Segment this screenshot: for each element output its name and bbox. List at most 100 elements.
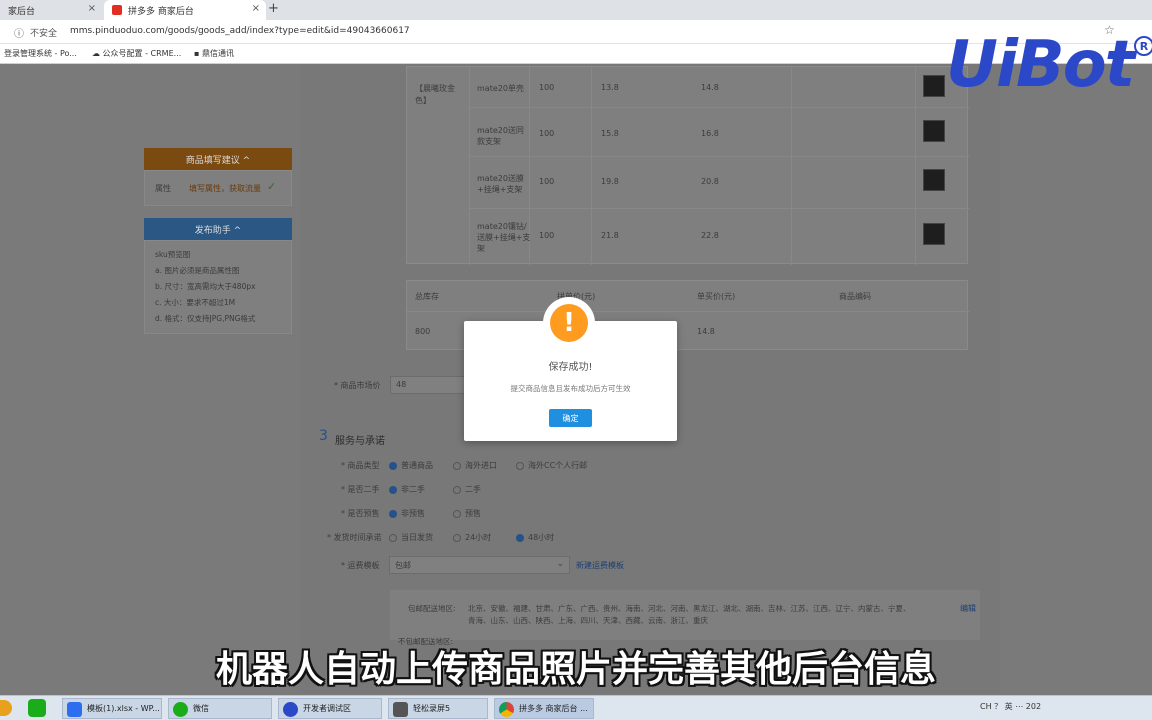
tab-label: 家后台 bbox=[8, 6, 36, 17]
suggest-label: 属性 bbox=[155, 184, 171, 193]
bookmark-item[interactable]: ▪ 鼎信通讯 bbox=[194, 48, 234, 59]
taskbar-label: 开发者调试区 bbox=[303, 704, 351, 713]
start-menu-icon[interactable] bbox=[0, 700, 12, 716]
wps-icon bbox=[67, 702, 82, 717]
taskbar-label: 拼多多 商家后台 ... bbox=[519, 704, 588, 713]
sku-name: mate20送膜+挂绳+支架 bbox=[477, 174, 524, 194]
tab-label: 拼多多 商家后台 bbox=[128, 6, 194, 17]
sku-stock[interactable]: 100 bbox=[539, 177, 554, 186]
taskbar-item-chrome[interactable]: 拼多多 商家后台 ... bbox=[494, 698, 594, 719]
bookmark-label: 鼎信通讯 bbox=[201, 49, 234, 58]
info-icon[interactable]: ⓘ bbox=[14, 25, 24, 40]
option-label: 非二手 bbox=[401, 485, 425, 494]
taskbar-item-wps[interactable]: 模板(1).xlsx - WP... bbox=[62, 698, 162, 719]
section-number: 3 bbox=[319, 428, 328, 444]
sku-stock[interactable]: 100 bbox=[539, 231, 554, 240]
radio-checked-icon bbox=[389, 509, 397, 518]
market-price-value: 48 bbox=[396, 380, 407, 389]
taskbar-item-wechat[interactable]: 微信 bbox=[168, 698, 272, 719]
sku-single-price[interactable]: 20.8 bbox=[701, 177, 719, 186]
system-tray[interactable]: CH ？ 英 ⋯ 202 bbox=[980, 701, 1041, 712]
goods-type-option[interactable]: 海外CC个人行邮 bbox=[516, 460, 587, 471]
sku-stock[interactable]: 100 bbox=[539, 83, 554, 92]
sku-name: mate20送同款支架 bbox=[477, 126, 524, 146]
edit-region-link[interactable]: 编辑 bbox=[960, 603, 976, 614]
bookmark-item[interactable]: ☁ 公众号配置 - CRME... bbox=[92, 48, 181, 59]
sku-image-thumbnail[interactable] bbox=[923, 75, 945, 97]
tab-close-icon[interactable]: × bbox=[88, 3, 96, 14]
second-hand-option[interactable]: 二手 bbox=[453, 484, 481, 495]
second-hand-option[interactable]: 非二手 bbox=[389, 484, 425, 495]
option-label: 海外CC个人行邮 bbox=[528, 461, 588, 470]
option-label: 48小时 bbox=[528, 533, 555, 542]
helper-line: c. 大小：要求不超过1M bbox=[155, 298, 236, 307]
confirm-button[interactable]: 确定 bbox=[549, 409, 592, 427]
goods-type-option[interactable]: 普通商品 bbox=[389, 460, 433, 471]
taskbar-label: 轻松录屏5 bbox=[413, 704, 451, 713]
ship-time-option[interactable]: 24小时 bbox=[453, 532, 491, 543]
publish-helper-header[interactable]: 发布助手 ^ bbox=[144, 218, 292, 240]
pinduoduo-favicon-icon bbox=[112, 5, 122, 15]
taskbar-label: 模板(1).xlsx - WP... bbox=[87, 704, 160, 713]
radio-icon bbox=[389, 533, 397, 542]
summary-header: 总库存 bbox=[415, 292, 439, 301]
free-region-list: 青海、山东、山西、陕西、上海、四川、天津、西藏、云南、浙江、重庆 bbox=[468, 616, 708, 625]
radio-checked-icon bbox=[389, 461, 397, 470]
option-label: 24小时 bbox=[465, 533, 492, 542]
bookmark-item[interactable]: 登录管理系统 - Po... bbox=[4, 48, 77, 59]
suggestion-panel-header[interactable]: 商品填写建议 ^ bbox=[144, 148, 292, 170]
sku-image-thumbnail[interactable] bbox=[923, 169, 945, 191]
radio-checked-icon bbox=[516, 533, 524, 542]
suggest-value[interactable]: 填写属性，获取流量 bbox=[189, 183, 261, 194]
sku-group-price[interactable]: 19.8 bbox=[601, 177, 619, 186]
bookmark-label: 公众号配置 - CRME... bbox=[102, 49, 182, 58]
wechat-icon bbox=[173, 702, 188, 717]
second-hand-label: * 是否二手 bbox=[341, 485, 380, 494]
option-label: 当日发货 bbox=[401, 533, 433, 542]
windows-taskbar: 模板(1).xlsx - WP... 微信 开发者调试区 轻松录屏5 拼多多 商… bbox=[0, 695, 1152, 720]
sku-name: mate20单壳 bbox=[477, 84, 524, 93]
url-text[interactable]: mms.pinduoduo.com/goods/goods_add/index?… bbox=[70, 26, 410, 36]
goods-type-option[interactable]: 海外进口 bbox=[453, 460, 497, 471]
option-label: 海外进口 bbox=[465, 461, 497, 470]
sku-color-cell: 【晨曦玫金色】 bbox=[415, 84, 455, 105]
summary-header: 商品编码 bbox=[839, 292, 871, 301]
sku-group-price[interactable]: 21.8 bbox=[601, 231, 619, 240]
tab-close-icon[interactable]: × bbox=[252, 3, 260, 14]
shipping-template-value: 包邮 bbox=[395, 561, 411, 570]
tab-merchant-backend-1[interactable]: 家后台 × bbox=[0, 0, 102, 20]
presale-option[interactable]: 预售 bbox=[453, 508, 481, 519]
sku-image-thumbnail[interactable] bbox=[923, 120, 945, 142]
taskbar-label: 微信 bbox=[193, 704, 209, 713]
publish-helper-panel: sku预览图 a. 图片必须是商品属性图 b. 尺寸：宽高需均大于480px c… bbox=[144, 240, 292, 334]
new-template-link[interactable]: 新建运费模板 bbox=[576, 560, 624, 571]
sku-single-price[interactable]: 16.8 bbox=[701, 129, 719, 138]
taskbar-item-recorder[interactable]: 轻松录屏5 bbox=[388, 698, 488, 719]
sku-single-price[interactable]: 14.8 bbox=[701, 83, 719, 92]
browser-tab-bar: 家后台 × 拼多多 商家后台 × + bbox=[0, 0, 1152, 20]
option-label: 二手 bbox=[465, 485, 481, 494]
helper-line: sku预览图 bbox=[155, 250, 191, 259]
sku-group-price[interactable]: 13.8 bbox=[601, 83, 619, 92]
single-price-value: 14.8 bbox=[697, 327, 715, 336]
new-tab-button[interactable]: + bbox=[268, 1, 279, 16]
chevron-down-icon: ⌄ bbox=[556, 559, 564, 569]
sku-image-thumbnail[interactable] bbox=[923, 223, 945, 245]
sku-stock[interactable]: 100 bbox=[539, 129, 554, 138]
radio-icon bbox=[453, 533, 461, 542]
shipping-template-select[interactable]: 包邮 ⌄ bbox=[389, 556, 570, 574]
sku-group-price[interactable]: 15.8 bbox=[601, 129, 619, 138]
sku-name: mate20镶钻/送膜+挂绳+支架 bbox=[477, 222, 531, 253]
tab-pinduoduo-backend[interactable]: 拼多多 商家后台 × bbox=[104, 0, 266, 20]
presale-option[interactable]: 非预售 bbox=[389, 508, 425, 519]
app-quick-launch-icon[interactable] bbox=[28, 699, 46, 717]
exclamation-icon: ! bbox=[550, 304, 588, 342]
ship-time-option[interactable]: 当日发货 bbox=[389, 532, 433, 543]
market-price-input[interactable]: 48 bbox=[390, 376, 470, 394]
radio-icon bbox=[453, 509, 461, 518]
shipping-regions-panel: 包邮配送地区: 北京、安徽、福建、甘肃、广东、广西、贵州、海南、河北、河南、黑龙… bbox=[390, 590, 980, 646]
sku-single-price[interactable]: 22.8 bbox=[701, 231, 719, 240]
ship-time-option[interactable]: 48小时 bbox=[516, 532, 554, 543]
registered-mark-icon: R bbox=[1134, 36, 1152, 56]
taskbar-item-uibot[interactable]: 开发者调试区 bbox=[278, 698, 382, 719]
